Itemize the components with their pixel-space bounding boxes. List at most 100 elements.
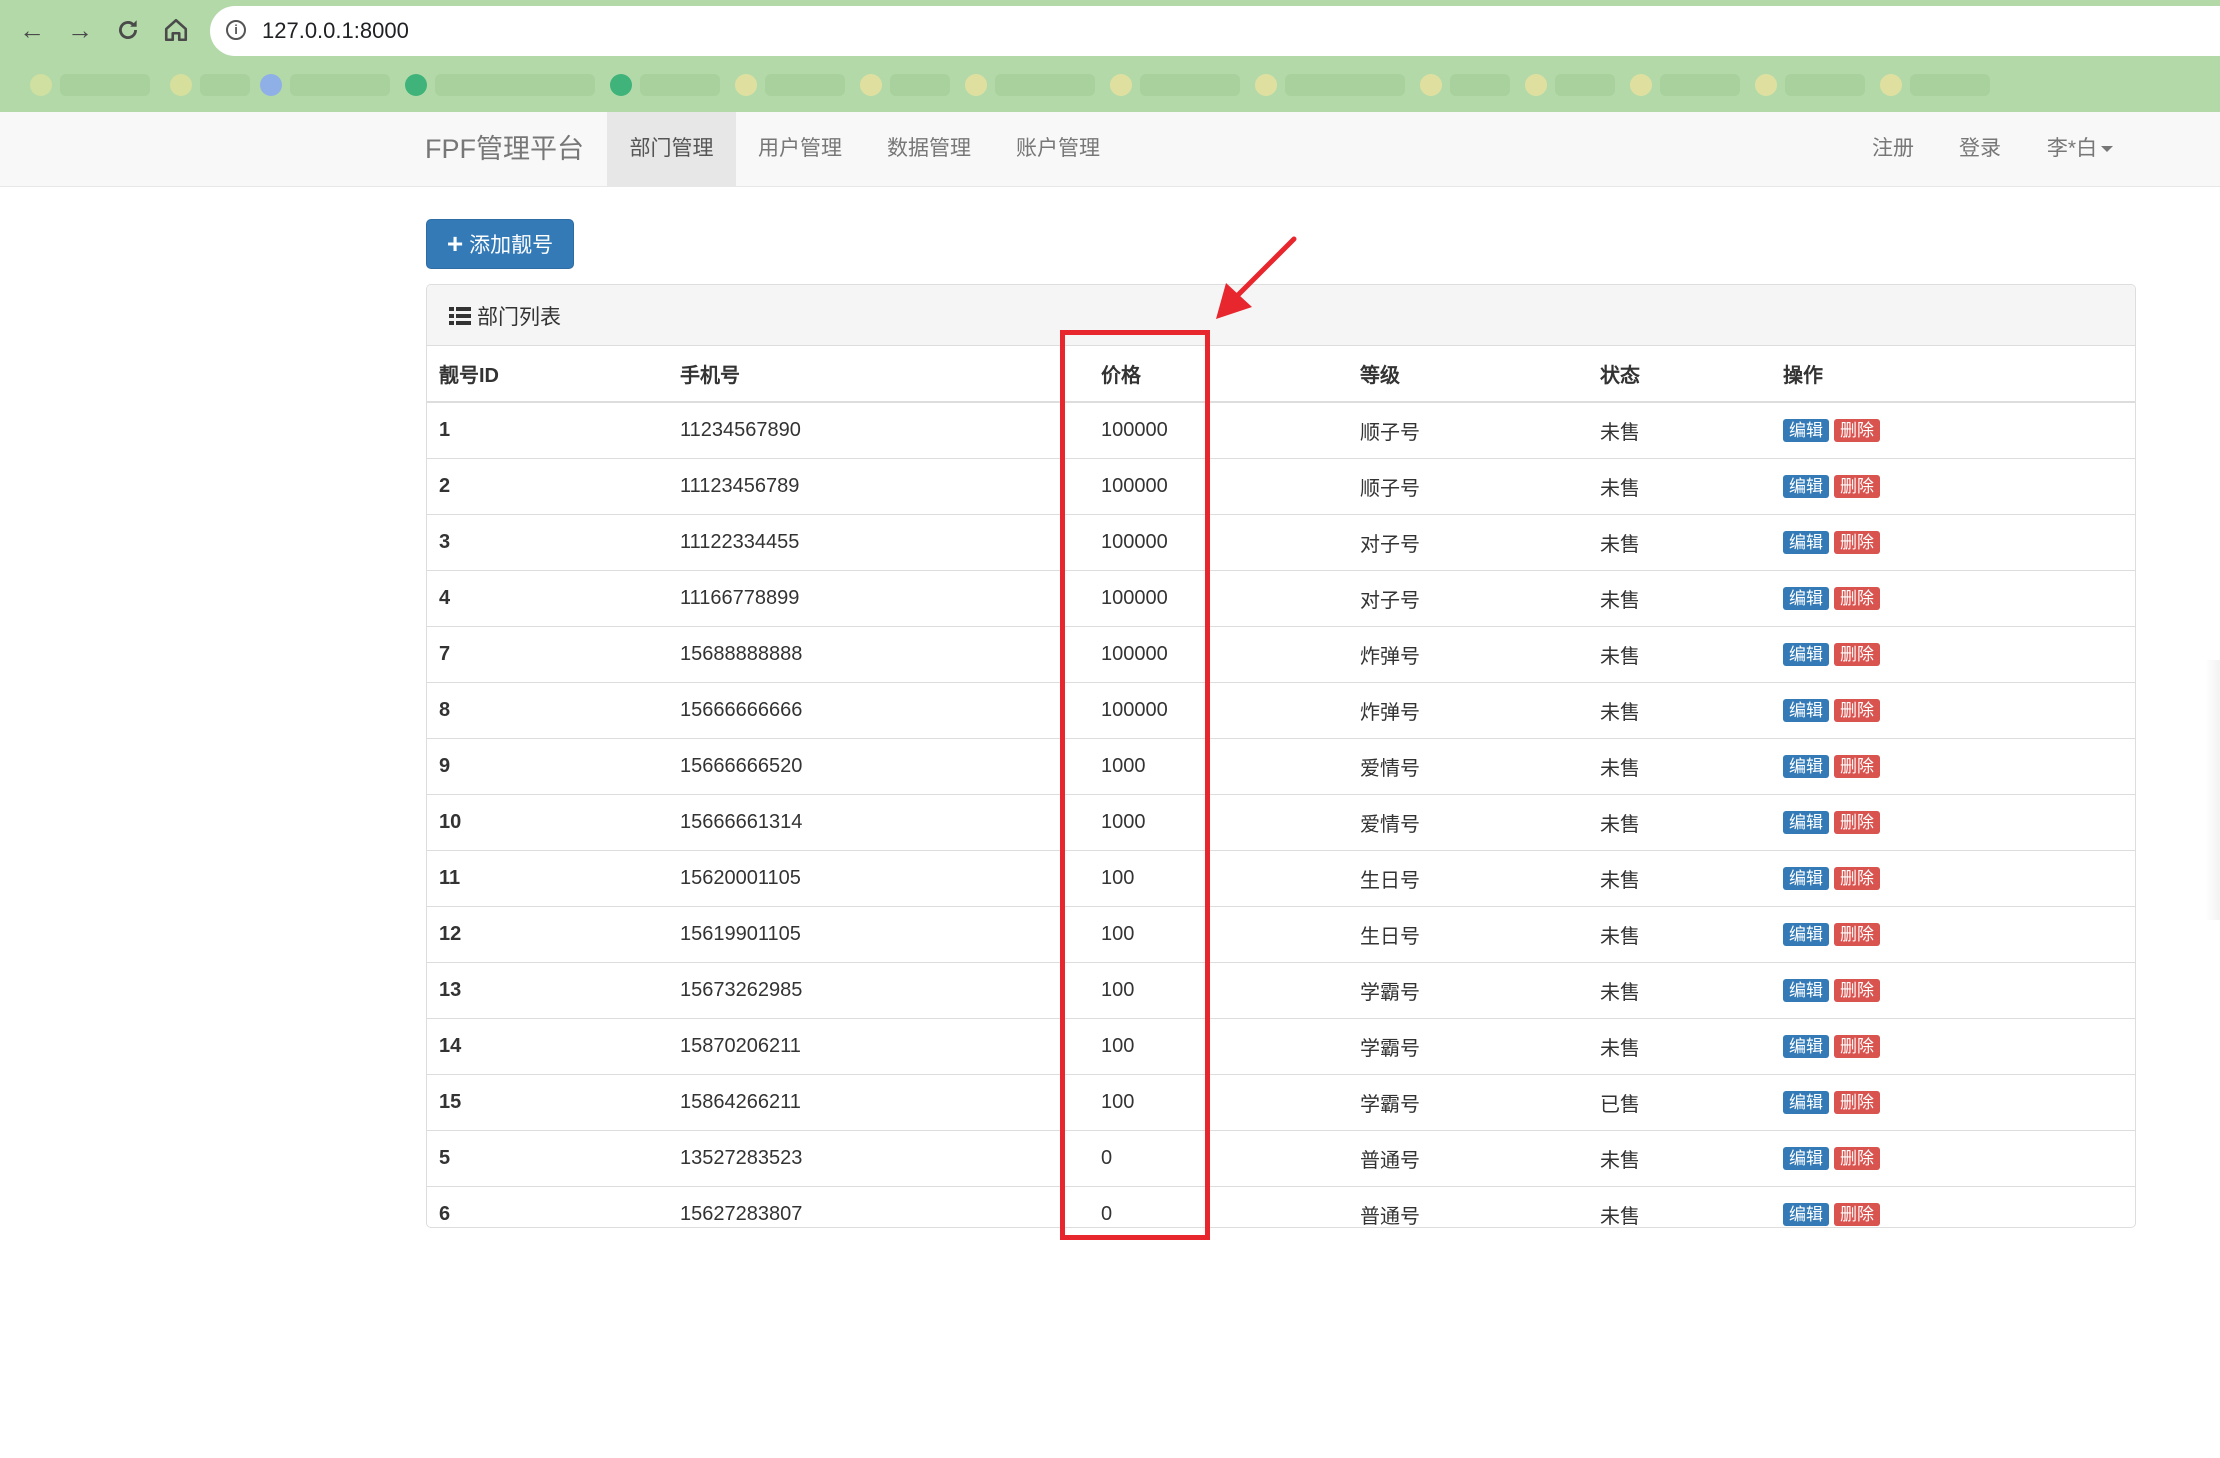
delete-button[interactable]: 删除	[1834, 867, 1880, 890]
cell-mobile: 15619901105	[668, 906, 1089, 963]
bookmark-item[interactable]	[1785, 74, 1865, 96]
delete-button[interactable]: 删除	[1834, 979, 1880, 1002]
delete-button[interactable]: 删除	[1834, 923, 1880, 946]
bookmark-favicon[interactable]	[1110, 74, 1132, 96]
browser-toolbar: ← → i 127.0.0.1:8000	[0, 0, 2220, 112]
delete-button[interactable]: 删除	[1834, 587, 1880, 610]
home-icon[interactable]	[156, 10, 196, 50]
cell-mobile: 11234567890	[668, 401, 1089, 459]
edit-button[interactable]: 编辑	[1783, 699, 1829, 722]
bookmark-favicon[interactable]	[405, 74, 427, 96]
delete-button[interactable]: 删除	[1834, 1091, 1880, 1114]
bookmark-item[interactable]	[1285, 74, 1405, 96]
nav-item-users[interactable]: 用户管理	[736, 112, 864, 186]
edit-button[interactable]: 编辑	[1783, 1091, 1829, 1114]
login-link[interactable]: 登录	[1945, 112, 2015, 186]
bookmark-item[interactable]	[200, 74, 250, 96]
register-link[interactable]: 注册	[1858, 112, 1928, 186]
cell-id: 3	[427, 514, 668, 571]
table-row: 8 15666666666 100000 炸弹号 未售 编辑 删除	[427, 682, 2135, 739]
bookmark-favicon[interactable]	[610, 74, 632, 96]
page-scroll-edge	[2205, 660, 2220, 920]
cell-actions: 编辑 删除	[1771, 850, 2135, 907]
bookmark-favicon[interactable]	[260, 74, 282, 96]
add-number-button[interactable]: + 添加靓号	[426, 219, 574, 269]
bookmark-favicon[interactable]	[965, 74, 987, 96]
nav-item-department[interactable]: 部门管理	[607, 112, 736, 186]
bookmark-item[interactable]	[1660, 74, 1740, 96]
bookmark-item[interactable]	[890, 74, 950, 96]
cell-id: 7	[427, 626, 668, 683]
bookmark-item[interactable]	[290, 74, 390, 96]
bookmark-favicon[interactable]	[1420, 74, 1442, 96]
caret-down-icon	[2101, 146, 2114, 153]
bookmark-item[interactable]	[435, 74, 595, 96]
edit-button[interactable]: 编辑	[1783, 419, 1829, 442]
delete-button[interactable]: 删除	[1834, 419, 1880, 442]
delete-button[interactable]: 删除	[1834, 475, 1880, 498]
reload-icon[interactable]	[108, 10, 148, 50]
url-text: 127.0.0.1:8000	[262, 18, 409, 43]
edit-button[interactable]: 编辑	[1783, 531, 1829, 554]
delete-button[interactable]: 删除	[1834, 1147, 1880, 1170]
bookmark-favicon[interactable]	[735, 74, 757, 96]
delete-button[interactable]: 删除	[1834, 811, 1880, 834]
cell-mobile: 11122334455	[668, 514, 1089, 571]
table-row: 3 11122334455 100000 对子号 未售 编辑 删除	[427, 514, 2135, 571]
table-row: 14 15870206211 100 学霸号 未售 编辑 删除	[427, 1018, 2135, 1075]
user-dropdown[interactable]: 李*白	[2040, 112, 2120, 186]
bookmark-item[interactable]	[765, 74, 845, 96]
edit-button[interactable]: 编辑	[1783, 475, 1829, 498]
cell-actions: 编辑 删除	[1771, 682, 2135, 739]
edit-button[interactable]: 编辑	[1783, 867, 1829, 890]
delete-button[interactable]: 删除	[1834, 755, 1880, 778]
delete-button[interactable]: 删除	[1834, 1035, 1880, 1058]
arrow-right-icon[interactable]: →	[60, 10, 100, 50]
bookmark-favicon[interactable]	[1630, 74, 1652, 96]
cell-level: 对子号	[1348, 570, 1588, 627]
cell-status: 未售	[1588, 570, 1771, 627]
cell-id: 14	[427, 1018, 668, 1075]
nav-item-data[interactable]: 数据管理	[864, 112, 994, 186]
edit-button[interactable]: 编辑	[1783, 755, 1829, 778]
bookmark-item[interactable]	[1140, 74, 1240, 96]
bookmark-favicon[interactable]	[1755, 74, 1777, 96]
bookmark-favicon[interactable]	[170, 74, 192, 96]
reload-glyph	[119, 20, 137, 39]
edit-button[interactable]: 编辑	[1783, 587, 1829, 610]
bookmark-item[interactable]	[60, 74, 150, 96]
cell-status: 未售	[1588, 1018, 1771, 1075]
edit-button[interactable]: 编辑	[1783, 923, 1829, 946]
bookmark-item[interactable]	[640, 74, 720, 96]
delete-button[interactable]: 删除	[1834, 699, 1880, 722]
edit-button[interactable]: 编辑	[1783, 1035, 1829, 1058]
bookmark-favicon[interactable]	[1255, 74, 1277, 96]
cell-status: 已售	[1588, 1074, 1771, 1131]
edit-button[interactable]: 编辑	[1783, 643, 1829, 666]
pretty-number-table: 靓号ID 手机号 价格 等级 状态 操作 1 11234567890 100000 顺…	[427, 346, 2135, 1227]
bookmark-item[interactable]	[1910, 74, 1990, 96]
cell-status: 未售	[1588, 458, 1771, 515]
nav-item-accounts[interactable]: 账户管理	[994, 112, 1122, 186]
arrow-left-icon[interactable]: ←	[12, 10, 52, 50]
bookmark-favicon[interactable]	[30, 74, 52, 96]
cell-mobile: 15666666666	[668, 682, 1089, 739]
edit-button[interactable]: 编辑	[1783, 1203, 1829, 1226]
edit-button[interactable]: 编辑	[1783, 979, 1829, 1002]
delete-button[interactable]: 删除	[1834, 531, 1880, 554]
bookmark-favicon[interactable]	[1525, 74, 1547, 96]
edit-button[interactable]: 编辑	[1783, 1147, 1829, 1170]
edit-button[interactable]: 编辑	[1783, 811, 1829, 834]
bookmark-favicon[interactable]	[860, 74, 882, 96]
bookmark-item[interactable]	[1450, 74, 1510, 96]
bookmark-item[interactable]	[995, 74, 1095, 96]
address-bar[interactable]: i 127.0.0.1:8000	[210, 6, 2220, 56]
bookmark-favicon[interactable]	[1880, 74, 1902, 96]
cell-status: 未售	[1588, 626, 1771, 683]
delete-button[interactable]: 删除	[1834, 1203, 1880, 1226]
bookmark-item[interactable]	[1555, 74, 1615, 96]
delete-button[interactable]: 删除	[1834, 643, 1880, 666]
navbar-brand[interactable]: FPF管理平台	[425, 112, 584, 187]
site-info-icon[interactable]: i	[226, 20, 246, 40]
table-row: 6 15627283807 0 普通号 未售 编辑 删除	[427, 1186, 2135, 1227]
